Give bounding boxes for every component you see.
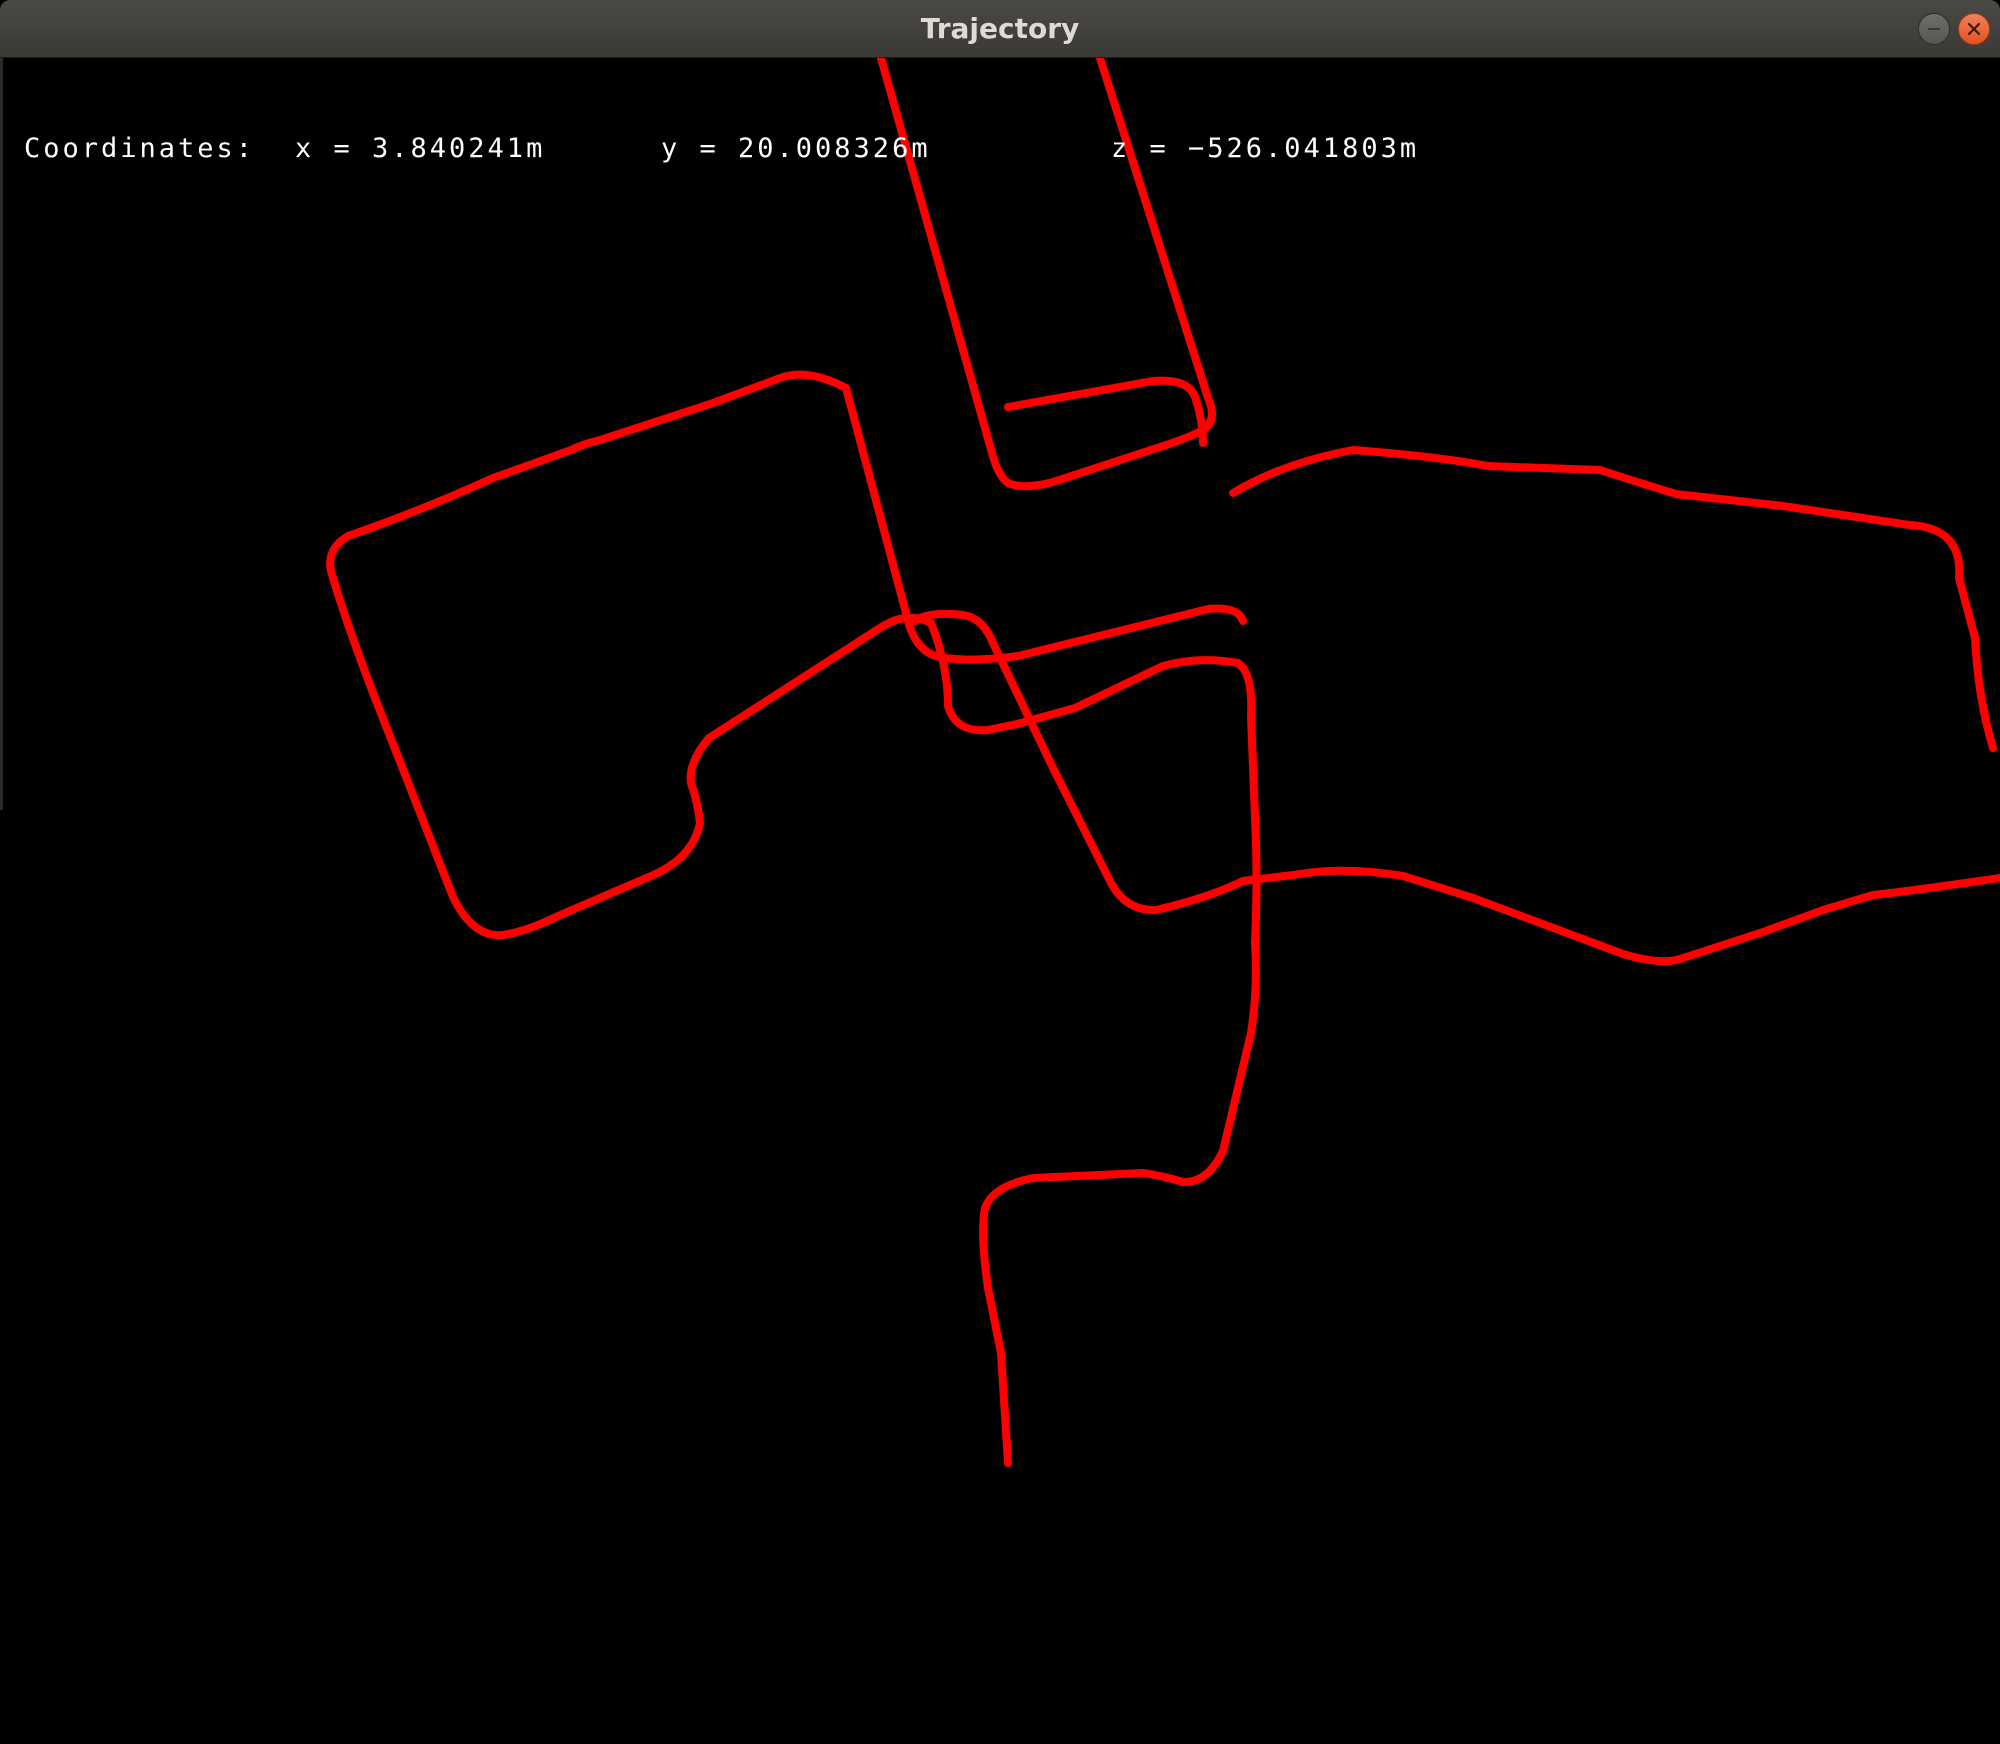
trajectory-window: Trajectory Coordinates: x = 3.840241m y … (0, 0, 2000, 1744)
trajectory-canvas (3, 58, 2000, 1744)
close-icon[interactable] (1958, 13, 1990, 45)
coordinate-x: x = 3.840241m (295, 133, 546, 164)
trajectory-plot (326, 58, 2000, 1467)
trajectory-path-cross (911, 609, 2000, 966)
trajectory-path-short (1004, 376, 1207, 447)
coordinates-label: Coordinates: (24, 133, 256, 164)
trajectory-path-right (1229, 446, 1997, 752)
trajectory-path-center (842, 384, 1247, 664)
coordinate-y: y = 20.008326m (661, 133, 931, 164)
window-title: Trajectory (920, 12, 1080, 45)
window-titlebar[interactable]: Trajectory (0, 0, 2000, 58)
trajectory-path-top-loop (877, 58, 1216, 491)
minimize-icon[interactable] (1918, 13, 1950, 45)
trajectory-path-bottom (979, 939, 1260, 1467)
coordinate-z: z = −526.041803m (1111, 133, 1420, 164)
